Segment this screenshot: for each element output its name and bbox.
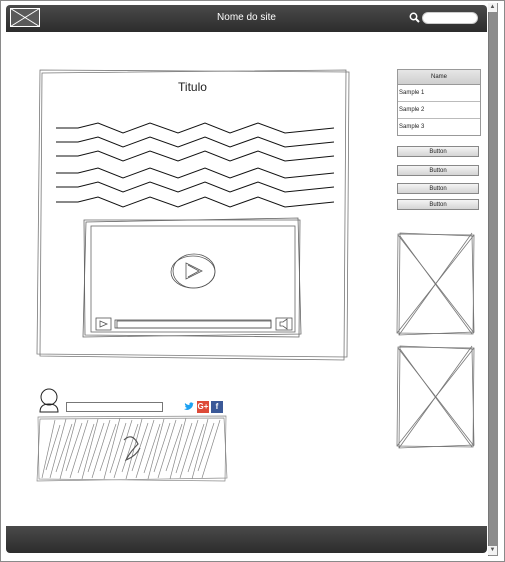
- facebook-icon[interactable]: f: [211, 401, 223, 413]
- data-table: Name Sample 1 Sample 2 Sample 3: [397, 69, 481, 136]
- table-row[interactable]: Sample 3: [398, 119, 480, 135]
- article-title: Titulo: [178, 80, 207, 94]
- google-plus-icon[interactable]: G+: [197, 401, 209, 413]
- avatar-icon: [39, 388, 59, 413]
- video-player[interactable]: [82, 217, 302, 338]
- image-placeholder-1: [396, 232, 475, 336]
- table-row[interactable]: Sample 2: [398, 102, 480, 119]
- footer-bar: [6, 526, 487, 553]
- twitter-icon[interactable]: [183, 401, 195, 413]
- scroll-down-arrow-icon[interactable]: ▼: [488, 546, 497, 555]
- table-row[interactable]: Sample 1: [398, 85, 480, 102]
- button-2[interactable]: Button: [397, 165, 479, 176]
- image-placeholder-2: [396, 345, 475, 449]
- text-lines: [56, 122, 335, 208]
- scribble-image: [36, 415, 228, 482]
- button-4[interactable]: Button: [397, 199, 479, 210]
- play-icon[interactable]: [170, 253, 216, 289]
- scrollbar[interactable]: [488, 3, 498, 556]
- video-controls[interactable]: [95, 317, 293, 331]
- button-3[interactable]: Button: [397, 183, 479, 194]
- scroll-up-arrow-icon[interactable]: ▲: [488, 3, 497, 12]
- table-header-name[interactable]: Name: [398, 70, 480, 85]
- comment-input[interactable]: [66, 402, 163, 412]
- button-1[interactable]: Button: [397, 146, 479, 157]
